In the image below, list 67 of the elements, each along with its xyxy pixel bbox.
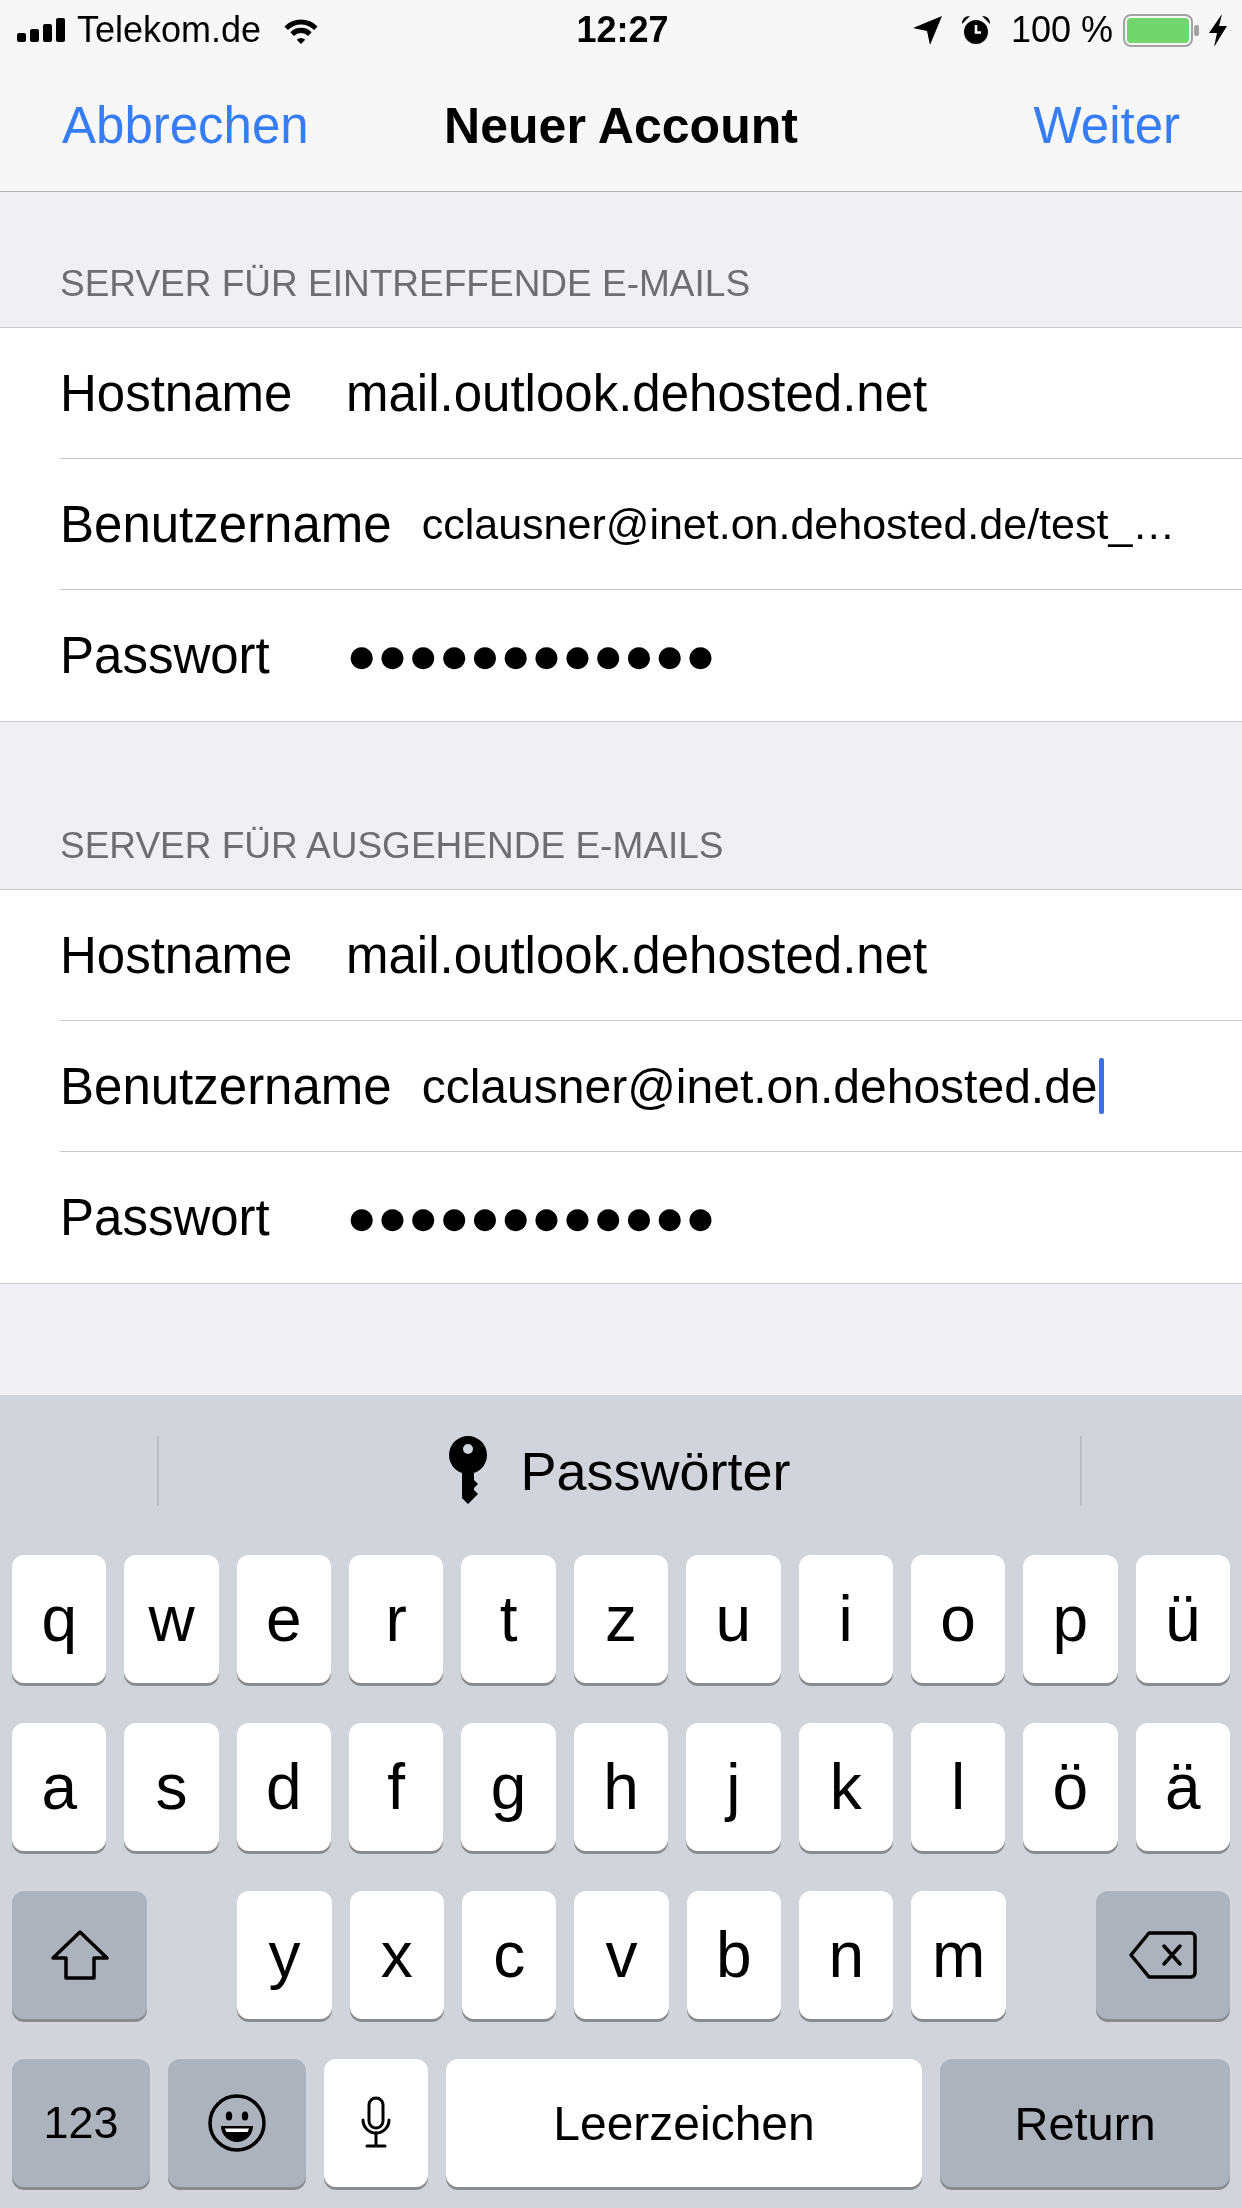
field-label: Benutzername [60,1056,393,1116]
letter-key[interactable]: c [461,1891,557,2019]
letter-key[interactable]: v [574,1891,669,2019]
letter-key[interactable]: w [124,1555,219,1683]
dictation-key[interactable] [324,2059,428,2187]
username-field[interactable]: cclausner@inet.on.dehosted.de/test_… [421,459,1242,589]
letter-key[interactable]: q [12,1555,107,1683]
shift-key[interactable] [12,1891,147,2019]
nav-title: Neuer Account [444,96,798,155]
letter-key[interactable]: n [799,1891,894,2019]
battery-icon [1123,13,1200,47]
letter-key[interactable]: s [124,1723,219,1851]
letter-key[interactable]: f [349,1723,444,1851]
field-label: Hostname [60,363,294,423]
emoji-key[interactable] [168,2059,306,2187]
numbers-key[interactable]: 123 [12,2059,150,2187]
shift-arrow-icon [49,1929,110,1981]
letter-key[interactable]: ü [1135,1555,1230,1683]
text-field[interactable]: mail.outlook.dehosted.net [346,328,1242,458]
letter-key[interactable]: a [12,1723,107,1851]
field-label: Passwort [60,1188,271,1247]
letter-key[interactable]: z [573,1555,669,1683]
key-icon [448,1436,489,1506]
letter-key[interactable]: u [686,1555,781,1683]
letter-key[interactable]: d [236,1723,332,1851]
cancel-button[interactable]: Abbrechen [62,96,309,155]
delete-key[interactable] [1096,1891,1230,2019]
smiley-icon [207,2093,267,2153]
letter-key[interactable]: k [798,1723,893,1851]
field-label: Hostname [60,925,294,985]
passwords-suggestion[interactable]: Passwörter [448,1436,791,1506]
field-label: Passwort [60,626,271,685]
letter-key[interactable]: x [349,1891,444,2019]
letter-key[interactable]: j [686,1723,781,1851]
microphone-icon [359,2096,393,2150]
letter-key[interactable]: ö [1023,1723,1118,1851]
carrier-name: Telekom.de [77,9,262,51]
status-time: 12:27 [576,9,669,51]
letter-key[interactable]: h [573,1723,669,1851]
password-field[interactable]: ●●●●●●●●●●●● [346,1152,1242,1283]
letter-key[interactable]: l [910,1723,1006,1851]
letter-key[interactable]: y [237,1891,332,2019]
signal-icon [17,18,65,42]
letter-key[interactable]: e [236,1555,332,1683]
letter-key[interactable]: i [798,1555,893,1683]
letter-key[interactable]: r [349,1555,444,1683]
letter-key[interactable]: g [461,1723,556,1851]
charging-bolt-icon [1208,13,1228,47]
next-button[interactable]: Weiter [1033,96,1180,155]
letter-key[interactable]: p [1023,1555,1118,1683]
backspace-icon [1128,1930,1198,1980]
password-field[interactable]: ●●●●●●●●●●●● [346,590,1242,721]
username-field[interactable]: cclausner@inet.on.dehosted.de [421,1021,1242,1151]
return-key[interactable]: Return [940,2059,1230,2187]
section-header: SERVER FÜR AUSGEHENDE E-MAILS [60,825,724,867]
battery-percentage: 100 % [1010,9,1113,51]
letter-key[interactable]: m [911,1891,1006,2019]
letter-key[interactable]: b [686,1891,782,2019]
letter-key[interactable]: t [461,1555,556,1683]
field-label: Benutzername [60,494,393,554]
letter-key[interactable]: o [910,1555,1006,1683]
text-field[interactable]: mail.outlook.dehosted.net [346,890,1242,1020]
space-key[interactable]: Leerzeichen [446,2059,922,2187]
section-header: SERVER FÜR EINTREFFENDE E-MAILS [60,263,751,305]
location-arrow-icon [911,14,943,46]
alarm-clock-icon [960,15,991,45]
letter-key[interactable]: ä [1135,1723,1230,1851]
